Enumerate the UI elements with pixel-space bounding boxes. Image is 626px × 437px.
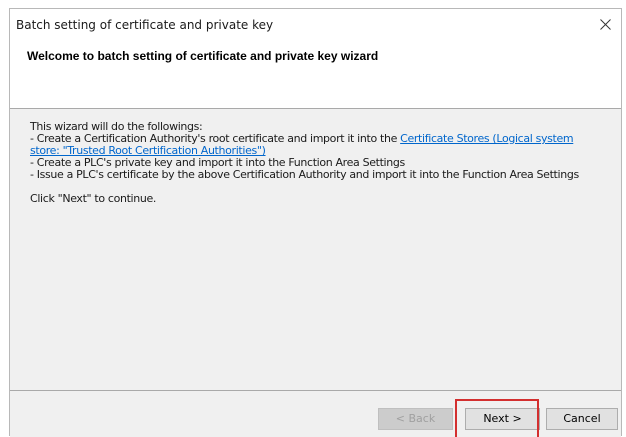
description-text: This wizard will do the followings: - Cr… xyxy=(30,121,618,205)
cancel-button[interactable]: Cancel xyxy=(546,408,618,430)
certificate-stores-link[interactable]: Certificate Stores (Logical system xyxy=(400,132,573,145)
next-button[interactable]: Next > xyxy=(465,408,540,430)
wizard-content: This wizard will do the followings: - Cr… xyxy=(10,109,621,391)
wizard-window: Batch setting of certificate and private… xyxy=(9,8,622,437)
wizard-header: Welcome to batch setting of certificate … xyxy=(10,40,621,109)
continue-instruction: Click "Next" to continue. xyxy=(30,192,157,205)
wizard-footer: < Back Next > Cancel xyxy=(10,391,621,437)
back-button[interactable]: < Back xyxy=(378,408,453,430)
item-3-line: - Issue a PLC's certificate by the above… xyxy=(30,168,579,181)
wizard-heading: Welcome to batch setting of certificate … xyxy=(27,49,379,63)
close-icon xyxy=(600,19,611,30)
close-button[interactable] xyxy=(591,9,621,39)
title-bar: Batch setting of certificate and private… xyxy=(10,9,621,40)
window-title: Batch setting of certificate and private… xyxy=(16,18,274,32)
